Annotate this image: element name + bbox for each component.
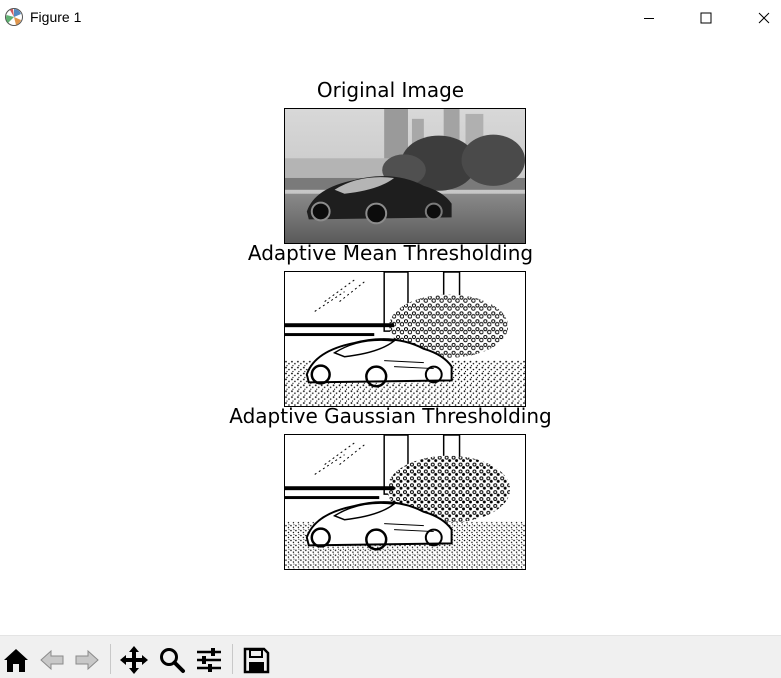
figure-canvas[interactable]: Original Image Adaptive Mean Thresholdin… xyxy=(0,36,781,635)
window-title: Figure 1 xyxy=(30,9,82,25)
window-titlebar: Figure 1 xyxy=(0,0,781,36)
forward-arrow-icon xyxy=(75,649,99,671)
image-mean-threshold xyxy=(284,271,526,407)
maximize-button[interactable] xyxy=(677,0,735,36)
zoom-button[interactable] xyxy=(156,644,188,676)
minimize-icon xyxy=(644,18,654,19)
sliders-icon xyxy=(197,648,221,672)
image-original xyxy=(284,108,526,244)
axes-title-gaussian: Adaptive Gaussian Thresholding xyxy=(229,404,552,428)
pan-button[interactable] xyxy=(118,644,150,676)
axes-title-mean: Adaptive Mean Thresholding xyxy=(247,241,534,265)
image-gaussian-threshold xyxy=(284,434,526,570)
navigation-toolbar xyxy=(0,635,781,678)
toolbar-separator xyxy=(232,644,233,674)
back-arrow-icon xyxy=(40,649,64,671)
close-icon xyxy=(758,12,770,24)
home-icon xyxy=(4,649,28,672)
save-button[interactable] xyxy=(240,644,272,676)
matplotlib-icon xyxy=(4,7,24,27)
zoom-icon xyxy=(160,648,185,673)
maximize-icon xyxy=(700,12,712,24)
home-button[interactable] xyxy=(0,644,32,676)
toolbar-separator xyxy=(110,644,111,674)
back-button[interactable] xyxy=(36,644,68,676)
configure-subplots-button[interactable] xyxy=(193,644,225,676)
move-icon xyxy=(120,646,148,674)
minimize-button[interactable] xyxy=(620,0,678,36)
close-button[interactable] xyxy=(735,0,781,36)
forward-button[interactable] xyxy=(71,644,103,676)
axes-title-original: Original Image xyxy=(316,78,465,102)
save-icon xyxy=(243,647,270,674)
